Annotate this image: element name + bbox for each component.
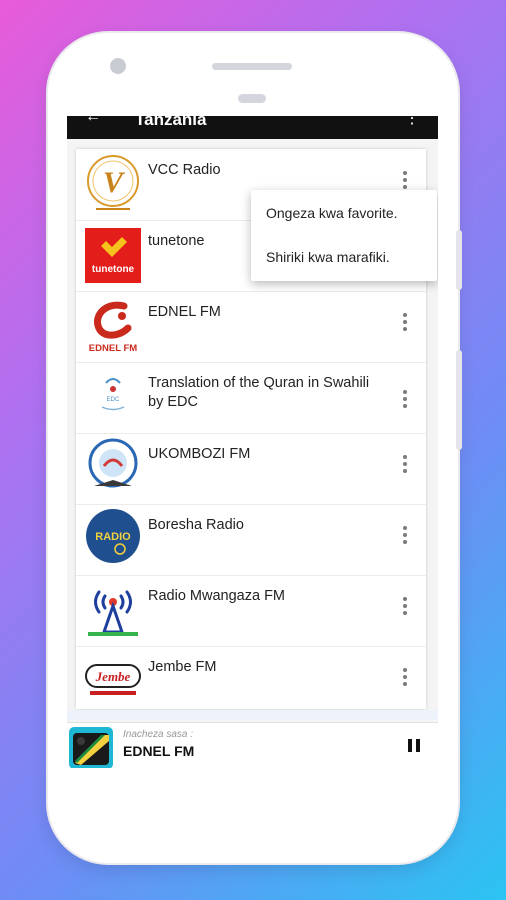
svg-text:V: V bbox=[103, 166, 126, 199]
jembe-fm-logo: Jembe bbox=[85, 664, 141, 695]
app-screen: ← Tanzania ⋮ V VCC Radio tunetone tuneto… bbox=[67, 116, 438, 768]
station-options-popup: Ongeza kwa favorite. Shiriki kwa marafik… bbox=[251, 190, 437, 281]
more-options-icon[interactable] bbox=[398, 666, 412, 688]
app-title: Tanzania bbox=[135, 116, 207, 129]
station-row-ukombozi-fm[interactable]: UKOMBOZI FM bbox=[76, 433, 426, 505]
station-name: Boresha Radio bbox=[148, 517, 244, 533]
now-playing-caption: Inacheza sasa : bbox=[123, 729, 194, 740]
svg-text:EDNEL FM: EDNEL FM bbox=[89, 343, 137, 354]
station-row-quran-translation[interactable]: EDC Translation of the Quran in Swahili … bbox=[76, 362, 426, 434]
overflow-menu-icon[interactable]: ⋮ bbox=[404, 116, 420, 128]
station-row-ednel-fm[interactable]: EDNEL FM EDNEL FM bbox=[76, 291, 426, 363]
now-playing-station: EDNEL FM bbox=[123, 743, 195, 759]
station-name: UKOMBOZI FM bbox=[148, 446, 251, 462]
station-name: EDNEL FM bbox=[148, 304, 221, 320]
more-options-icon[interactable] bbox=[398, 169, 412, 191]
ad-banner[interactable] bbox=[67, 710, 438, 720]
now-playing-logo bbox=[69, 727, 113, 768]
back-arrow-icon[interactable]: ← bbox=[85, 116, 101, 126]
svg-text:RADIO: RADIO bbox=[95, 531, 131, 543]
ednel-fm-logo: EDNEL FM bbox=[89, 301, 137, 354]
share-with-friends-option[interactable]: Shiriki kwa marafiki. bbox=[266, 249, 390, 265]
now-playing-bar[interactable]: Inacheza sasa : EDNEL FM bbox=[67, 722, 438, 768]
proximity-sensor bbox=[238, 94, 266, 103]
tunetone-logo: tunetone bbox=[85, 228, 141, 283]
station-name: Radio Mwangaza FM bbox=[148, 588, 285, 604]
volume-button bbox=[456, 230, 462, 290]
add-to-favorites-option[interactable]: Ongeza kwa favorite. bbox=[266, 205, 398, 221]
radio-tower-logo bbox=[88, 590, 138, 636]
pause-icon[interactable] bbox=[408, 739, 420, 752]
ukombozi-fm-logo bbox=[88, 438, 138, 488]
more-options-icon[interactable] bbox=[398, 595, 412, 617]
station-row-radio-mwangaza-fm[interactable]: Radio Mwangaza FM bbox=[76, 575, 426, 647]
station-name: Jembe FM bbox=[148, 659, 217, 675]
boresha-radio-logo: RADIO bbox=[86, 509, 140, 563]
station-name: Translation of the Quran in Swahili by E… bbox=[148, 375, 370, 410]
svg-text:Jembe: Jembe bbox=[95, 669, 131, 684]
more-options-icon[interactable] bbox=[398, 524, 412, 546]
more-options-icon[interactable] bbox=[398, 453, 412, 475]
more-options-icon[interactable] bbox=[398, 388, 412, 410]
app-bar: ← Tanzania ⋮ bbox=[67, 116, 438, 139]
station-name: VCC Radio bbox=[148, 162, 221, 178]
power-button bbox=[456, 350, 462, 450]
more-options-icon[interactable] bbox=[398, 311, 412, 333]
station-row-jembe-fm[interactable]: Jembe Jembe FM bbox=[76, 646, 426, 717]
edc-logo: EDC bbox=[101, 378, 125, 411]
station-row-boresha-radio[interactable]: RADIO Boresha Radio bbox=[76, 504, 426, 576]
svg-text:EDC: EDC bbox=[107, 397, 120, 403]
front-camera bbox=[110, 58, 126, 74]
earpiece-speaker bbox=[212, 63, 292, 70]
vcc-radio-logo: V bbox=[87, 155, 139, 210]
svg-text:tunetone: tunetone bbox=[92, 264, 135, 275]
